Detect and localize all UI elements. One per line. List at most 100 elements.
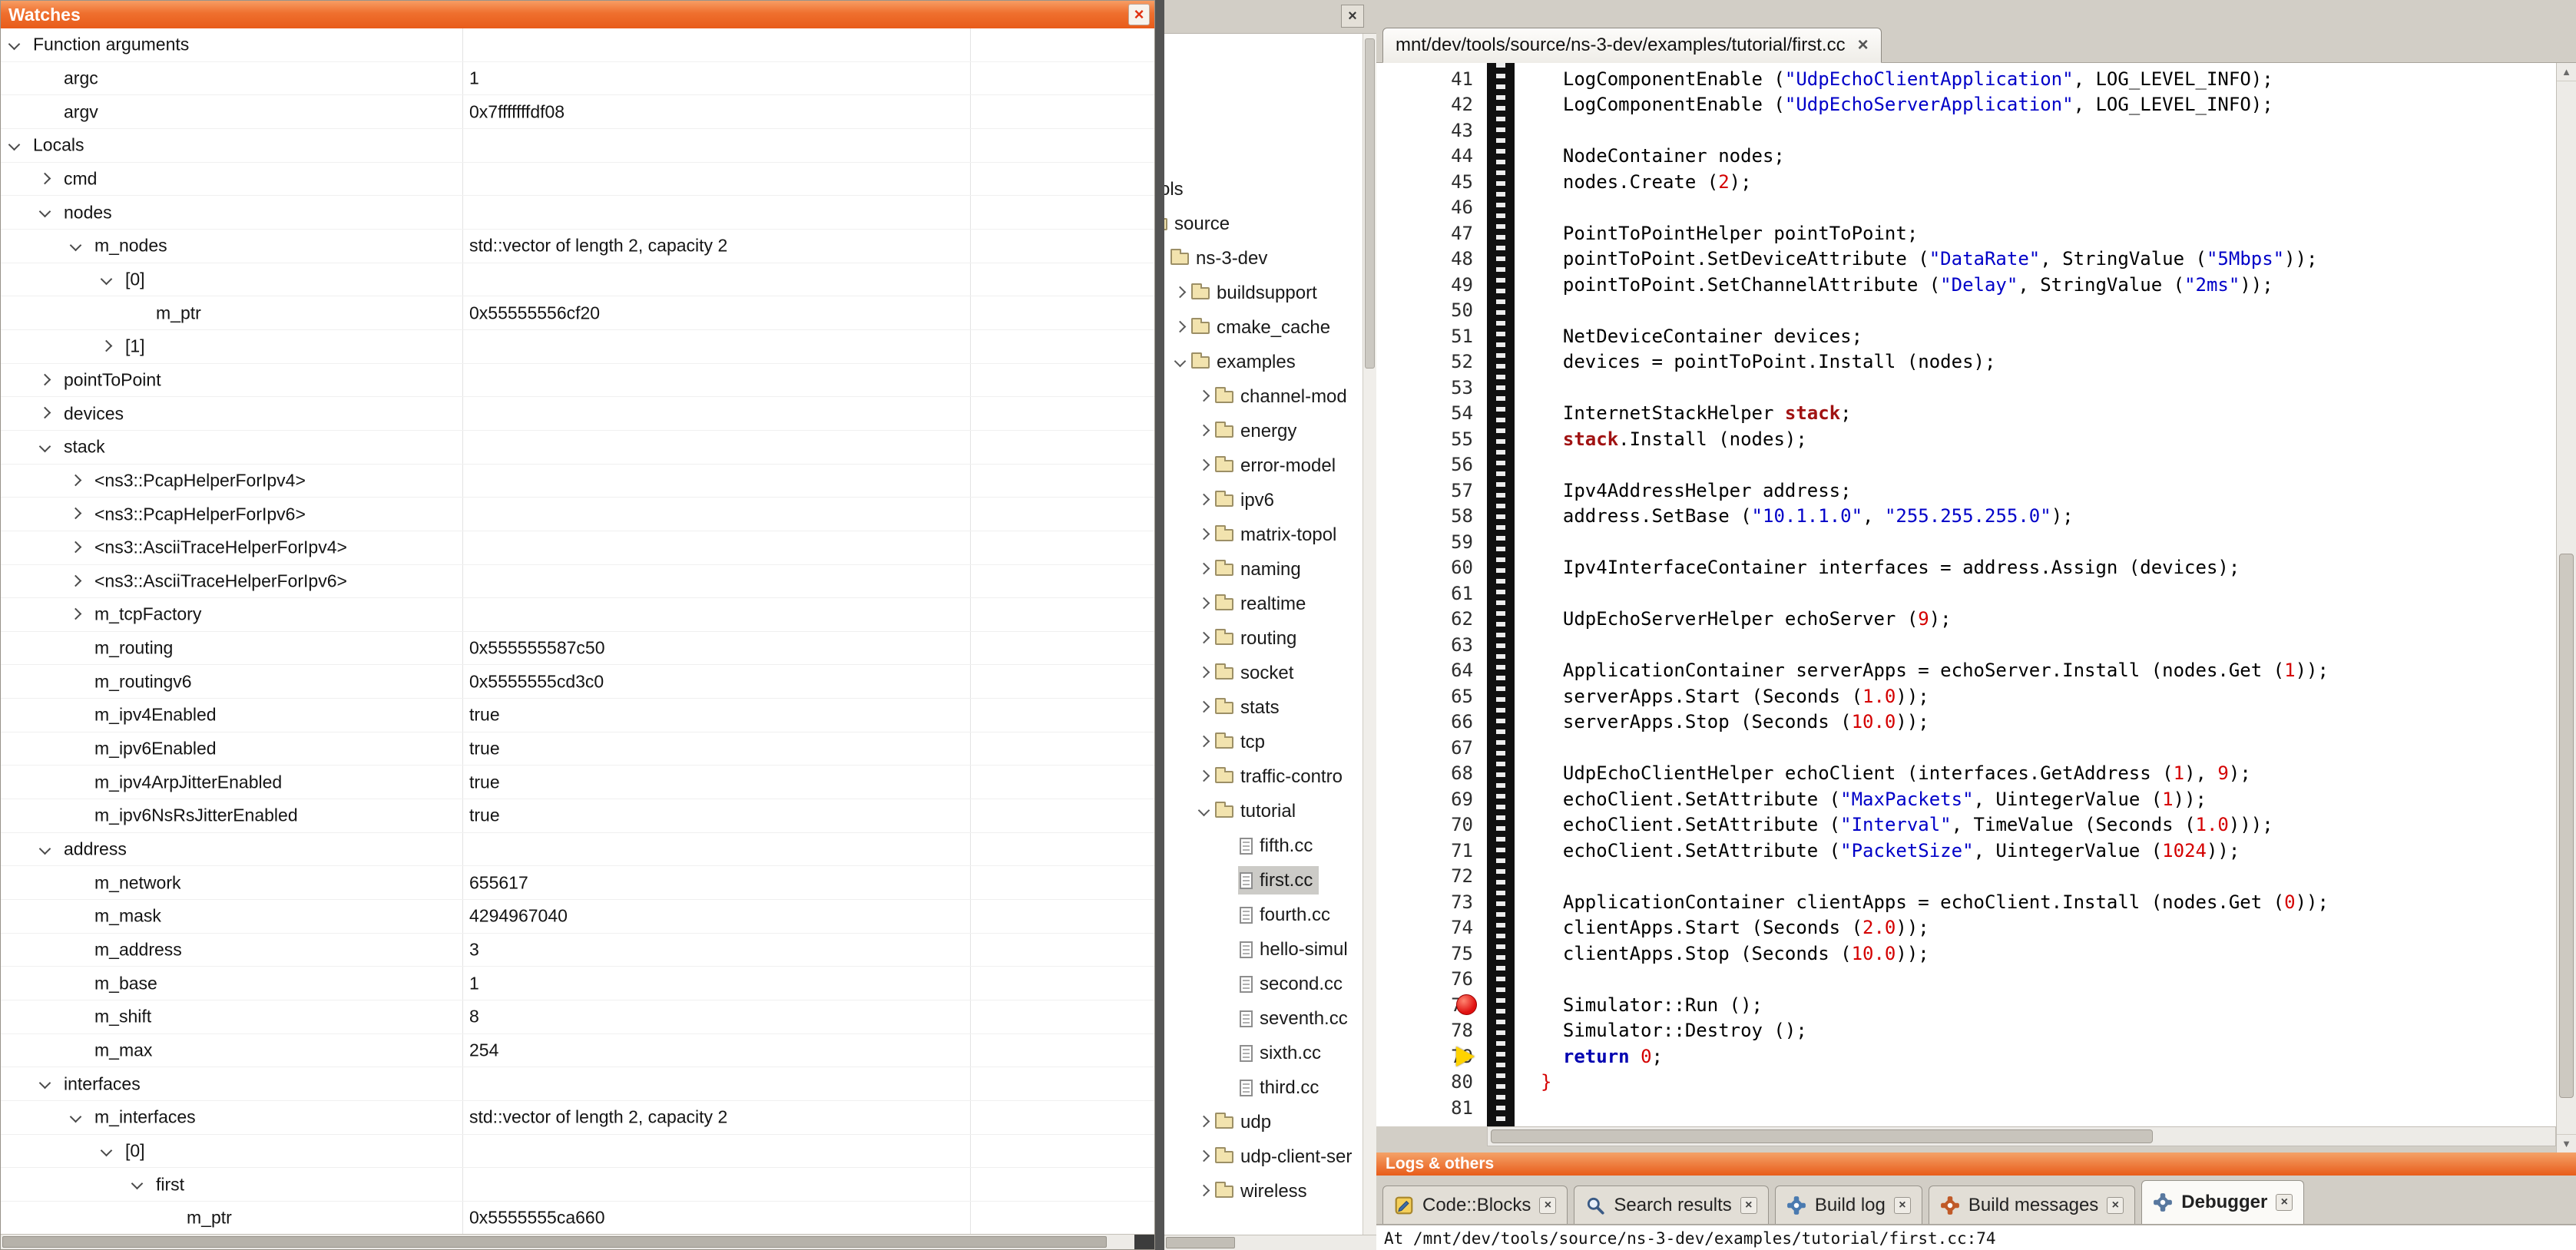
scrollbar-thumb[interactable] (1491, 1129, 2153, 1143)
line-number[interactable]: 44 (1376, 145, 1473, 167)
tree-item[interactable]: seventh.cc (1164, 1001, 1362, 1036)
watch-row[interactable]: m_ipv4ArpJitterEnabledtrue (1, 766, 1154, 799)
line-number[interactable]: 74 (1376, 917, 1473, 938)
watch-row[interactable]: stack (1, 431, 1154, 465)
line-number[interactable]: 68 (1376, 762, 1473, 784)
watch-row[interactable]: m_ptr0x5555555ca660 (1, 1202, 1154, 1234)
line-number[interactable]: 47 (1376, 223, 1473, 244)
scrollbar-thumb[interactable] (2559, 554, 2574, 1099)
project-horizontal-scrollbar[interactable] (1164, 1235, 1376, 1250)
expand-icon[interactable] (1198, 666, 1210, 679)
watch-row[interactable]: pointToPoint (1, 364, 1154, 398)
line-number[interactable]: 48 (1376, 248, 1473, 270)
tree-item[interactable]: examples (1164, 345, 1362, 379)
tree-item[interactable]: matrix-topol (1164, 518, 1362, 552)
tree-item-content[interactable]: realtime (1214, 590, 1312, 618)
tree-item[interactable]: energy (1164, 414, 1362, 448)
expand-icon[interactable] (70, 474, 82, 486)
watch-row[interactable]: m_ipv6Enabledtrue (1, 732, 1154, 766)
collapse-icon[interactable] (39, 441, 51, 453)
collapse-icon[interactable] (8, 139, 21, 151)
tree-item-content[interactable]: examples (1190, 348, 1302, 376)
line-number[interactable]: 70 (1376, 814, 1473, 835)
watch-row[interactable]: m_base1 (1, 967, 1154, 1000)
watch-row[interactable]: <ns3::AsciiTraceHelperForIpv4> (1, 531, 1154, 565)
line-number[interactable]: 43 (1376, 120, 1473, 141)
line-number[interactable]: 54 (1376, 402, 1473, 424)
tree-item-content[interactable]: tcp (1214, 728, 1271, 756)
collapse-icon[interactable] (101, 273, 113, 285)
breakpoint-icon[interactable] (1456, 994, 1477, 1015)
tree-item-content[interactable]: tutorial (1214, 797, 1302, 825)
tree-item[interactable]: second.cc (1164, 967, 1362, 1001)
tree-item[interactable]: traffic-contro (1164, 759, 1362, 794)
expand-icon[interactable] (1198, 425, 1210, 437)
logs-panel-header[interactable]: Logs & others (1376, 1152, 2576, 1176)
collapse-icon[interactable] (131, 1178, 144, 1190)
tree-item[interactable]: socket (1164, 656, 1362, 690)
expand-icon[interactable] (70, 541, 82, 554)
expand-icon[interactable] (1198, 701, 1210, 713)
line-number[interactable]: 78 (1376, 1020, 1473, 1041)
tree-item-content[interactable]: energy (1214, 417, 1303, 445)
tab-close-icon[interactable]: × (1858, 36, 1869, 55)
code-area[interactable]: 41 LogComponentEnable ("UdpEchoClientApp… (1376, 63, 2556, 1126)
tree-item[interactable]: ols (1164, 172, 1362, 207)
editor-horizontal-scrollbar[interactable] (1487, 1126, 2556, 1146)
watch-row[interactable]: m_mask4294967040 (1, 900, 1154, 934)
tree-item-content[interactable]: second.cc (1238, 970, 1349, 998)
tree-item[interactable]: cmake_cache (1164, 310, 1362, 345)
tree-item-content[interactable]: buildsupport (1190, 279, 1323, 307)
watch-row[interactable]: m_tcpFactory (1, 598, 1154, 632)
tree-item-content[interactable]: ns-3-dev (1169, 244, 1273, 273)
watch-row[interactable]: Locals (1, 129, 1154, 163)
collapse-icon[interactable] (1174, 355, 1187, 368)
tree-item-content[interactable]: traffic-contro (1214, 762, 1349, 791)
watch-row[interactable]: cmd (1, 163, 1154, 197)
line-number[interactable]: 45 (1376, 171, 1473, 193)
line-number[interactable]: 76 (1376, 968, 1473, 990)
watch-row[interactable]: devices (1, 397, 1154, 431)
expand-icon[interactable] (70, 508, 82, 520)
editor-vertical-scrollbar[interactable]: ▲ ▼ (2556, 63, 2576, 1152)
expand-icon[interactable] (70, 608, 82, 620)
watch-row[interactable]: m_max254 (1, 1034, 1154, 1068)
watch-row[interactable]: argc1 (1, 62, 1154, 96)
line-number[interactable]: 53 (1376, 377, 1473, 398)
expand-icon[interactable] (1198, 528, 1210, 541)
tab-close-icon[interactable]: × (1539, 1197, 1556, 1214)
line-number[interactable]: 41 (1376, 68, 1473, 90)
tree-item[interactable]: ipv6 (1164, 483, 1362, 518)
tree-item-content[interactable]: seventh.cc (1238, 1004, 1354, 1033)
watch-row[interactable]: m_routing0x555555587c50 (1, 632, 1154, 666)
tree-item[interactable]: channel-mod (1164, 379, 1362, 414)
expand-icon[interactable] (1174, 321, 1187, 333)
tree-item[interactable]: tcp (1164, 725, 1362, 759)
tree-item[interactable]: fifth.cc (1164, 828, 1362, 863)
tree-item-content[interactable]: error-model (1214, 451, 1342, 480)
expand-icon[interactable] (1198, 494, 1210, 506)
line-number[interactable]: 80 (1376, 1071, 1473, 1093)
project-vertical-scrollbar[interactable] (1362, 34, 1376, 1235)
tree-item[interactable]: wireless (1164, 1174, 1362, 1209)
collapse-icon[interactable] (70, 240, 82, 252)
watch-row[interactable]: m_ipv4Enabledtrue (1, 699, 1154, 732)
line-number[interactable]: 52 (1376, 351, 1473, 372)
watch-row[interactable]: address (1, 833, 1154, 867)
tree-item-content[interactable]: stats (1214, 693, 1286, 722)
tree-item[interactable]: tutorial (1164, 794, 1362, 828)
watch-row[interactable]: m_shift8 (1, 1000, 1154, 1034)
line-number[interactable]: 75 (1376, 943, 1473, 964)
line-number[interactable]: 66 (1376, 711, 1473, 732)
close-icon[interactable]: × (1341, 5, 1364, 28)
line-number[interactable]: 49 (1376, 274, 1473, 296)
tree-item-content[interactable]: socket (1214, 659, 1300, 687)
tree-item[interactable]: error-model (1164, 448, 1362, 483)
close-icon[interactable]: × (1128, 4, 1150, 25)
line-number[interactable]: 71 (1376, 840, 1473, 861)
tree-item[interactable]: fourth.cc (1164, 898, 1362, 932)
scrollbar-thumb[interactable] (1365, 38, 1375, 369)
tree-item-content[interactable]: hello-simul (1238, 935, 1354, 964)
tree-item[interactable]: ns-3-dev (1164, 241, 1362, 276)
expand-icon[interactable] (1198, 770, 1210, 782)
